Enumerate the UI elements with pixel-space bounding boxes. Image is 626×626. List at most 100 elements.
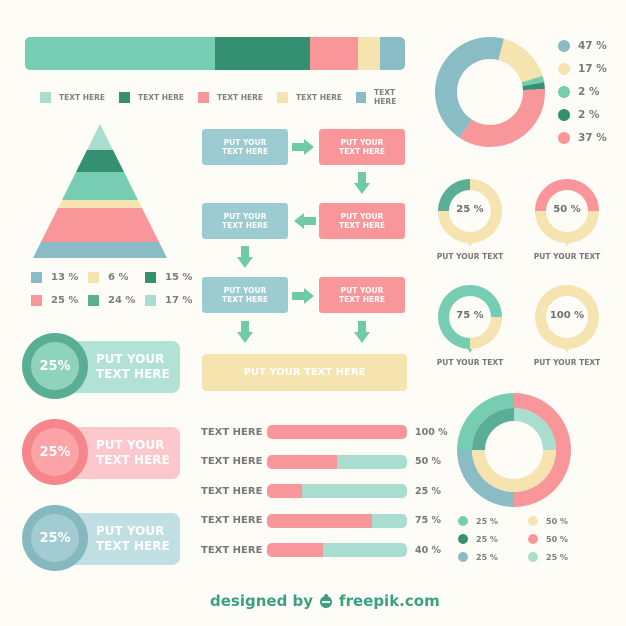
stacked-bar-segment-pink (310, 37, 358, 70)
legend-swatch (31, 272, 42, 283)
progress-value: 100 % (415, 426, 448, 438)
ring-segment (470, 317, 502, 349)
pill-text-line: PUT YOUR (96, 524, 165, 538)
pyramid-band (58, 200, 142, 208)
pyramid-legend-item: 17 % (145, 295, 202, 306)
legend-swatch (88, 272, 99, 283)
double-donut-legend: 25 % 50 % 25 % 50 % 25 % 25 % (458, 516, 578, 562)
ring-caption: PUT YOUR TEXT (533, 252, 601, 261)
progress-row: TEXT HERE 50 % (201, 454, 442, 469)
stacked-bar-segment-dark-green (215, 37, 310, 70)
legend-value: 15 % (165, 272, 193, 283)
legend-label: TEXT HERE (217, 92, 264, 102)
flow-box-text: TEXT HERE (221, 221, 269, 230)
legend-dot (458, 516, 468, 526)
pyramid-chart (33, 124, 167, 258)
flow-box-text: TEXT HERE (338, 147, 386, 156)
progress-fill (267, 513, 372, 528)
flow-box-text: TEXT HERE (221, 295, 269, 304)
info-pill: PUT YOUR TEXT HERE 25% (22, 419, 180, 485)
legend-dot (458, 552, 468, 562)
legend-dot (558, 40, 570, 52)
pill-text-line: TEXT HERE (96, 453, 170, 467)
flow-final-text: PUT YOUR TEXT HERE (243, 367, 366, 378)
progress-label: TEXT HERE (201, 456, 263, 467)
legend-label: TEXT HERE (59, 92, 106, 102)
double-donut-chart (457, 393, 571, 507)
double-donut-legend-item: 25 % (458, 552, 528, 562)
pill-value: 25% (31, 514, 79, 562)
arrow-right-icon (292, 139, 314, 155)
ring-value: 100 % (549, 310, 585, 321)
legend-value: 25 % (476, 516, 498, 526)
pyramid-legend-item: 24 % (88, 295, 145, 306)
arrow-down-icon (354, 321, 370, 343)
credit-line: designed by freepik.com (210, 592, 440, 610)
legend-value: 37 % (578, 132, 607, 144)
legend-dot (558, 86, 570, 98)
progress-label: TEXT HERE (201, 515, 263, 526)
legend-value: 2 % (578, 86, 600, 98)
pyramid-band (41, 208, 159, 242)
legend-item: TEXT HERE (119, 91, 190, 103)
progress-track (267, 425, 407, 439)
double-donut-legend-item: 25 % (458, 534, 528, 544)
pill-circle: 25% (22, 333, 88, 399)
pyramid-legend-item: 15 % (145, 272, 202, 283)
pyramid-legend-item: 25 % (31, 295, 88, 306)
legend-value: 2 % (578, 109, 600, 121)
top-donut-legend-item: 47 % (558, 40, 607, 52)
progress-label: TEXT HERE (201, 426, 263, 438)
arrow-down-icon (237, 321, 253, 343)
top-donut-legend-item: 37 % (558, 132, 607, 144)
progress-value: 75 % (415, 515, 442, 526)
credit-brand[interactable]: freepik.com (339, 592, 440, 610)
pill-circle: 25% (22, 419, 88, 485)
legend-value: 50 % (546, 534, 568, 544)
legend-dot (558, 63, 570, 75)
pill-text-line: PUT YOUR (96, 438, 165, 452)
pyramid-band (62, 172, 138, 200)
double-donut-legend-item: 50 % (528, 516, 578, 526)
pill-text-line: TEXT HERE (96, 367, 170, 381)
legend-dot (528, 534, 538, 544)
legend-dot (558, 132, 570, 144)
legend-value: 25 % (546, 552, 568, 562)
ring-value: 25 % (456, 204, 484, 215)
flow-box-text: PUT YOUR (340, 138, 384, 147)
flow-final-box: PUT YOUR TEXT HERE (202, 354, 407, 391)
pyramid-legend: 13 % 6 % 15 % 25 % 24 % 17 % (31, 272, 202, 306)
flow-box-text: PUT YOUR (223, 286, 267, 295)
top-donut-segment (498, 38, 543, 83)
legend-dot (558, 109, 570, 121)
legend-value: 13 % (51, 272, 79, 283)
ring-value: 75 % (456, 310, 484, 321)
legend-dot (528, 552, 538, 562)
ring-caption: PUT YOUR TEXT (533, 358, 601, 367)
stacked-bar-segment-mint (25, 37, 215, 70)
legend-value: 17 % (578, 63, 607, 75)
legend-dot (528, 516, 538, 526)
ring-caption: PUT YOUR TEXT (436, 358, 504, 367)
legend-value: 25 % (476, 552, 498, 562)
progress-value: 50 % (415, 456, 442, 467)
progress-row: TEXT HERE 75 % (201, 513, 442, 528)
legend-value: 24 % (108, 295, 136, 306)
flow-box-text: TEXT HERE (221, 147, 269, 156)
flow-box-text: TEXT HERE (338, 221, 386, 230)
legend-swatch (356, 91, 367, 103)
progress-row: TEXT HERE 25 % (201, 484, 441, 498)
top-donut-legend-item: 2 % (558, 86, 607, 98)
legend-value: 50 % (546, 516, 568, 526)
arrow-down-icon (354, 172, 370, 194)
pill-value: 25% (31, 428, 79, 476)
legend-swatch (40, 91, 51, 103)
progress-row: TEXT HERE 40 % (201, 543, 441, 557)
stacked-bar-segment-yellow (357, 37, 381, 70)
arrow-down-icon (237, 246, 253, 268)
progress-fill (267, 425, 407, 439)
flow-box-2: PUT YOUR TEXT HERE (319, 129, 405, 165)
flow-box-5: PUT YOUR TEXT HERE (202, 277, 288, 313)
top-donut-segment (435, 37, 504, 138)
flow-box-3: PUT YOUR TEXT HERE (319, 203, 405, 239)
